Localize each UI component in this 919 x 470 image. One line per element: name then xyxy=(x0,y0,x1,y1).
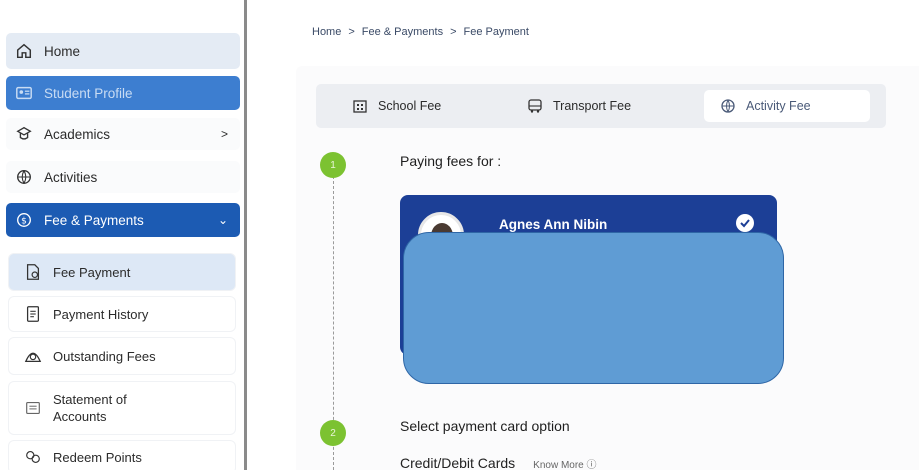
sidebar-item-label: Academics xyxy=(44,126,111,142)
sidebar-subitem-fee-payment[interactable]: Fee Payment xyxy=(9,254,235,290)
know-more-link[interactable]: Know More ⓘ xyxy=(533,456,596,470)
payment-option-label[interactable]: Credit/Debit Cards xyxy=(400,455,515,470)
sidebar-subitem-redeem-points[interactable]: Redeem Points xyxy=(9,441,235,470)
sidebar-item-academics[interactable]: Academics > xyxy=(6,118,240,150)
breadcrumb-separator: > xyxy=(450,26,457,38)
fee-payment-icon xyxy=(23,262,43,282)
redaction-overlay xyxy=(403,232,784,384)
payment-option-row: Credit/Debit Cards Know More ⓘ xyxy=(400,455,597,470)
outstanding-fees-icon xyxy=(23,346,43,366)
redeem-points-icon xyxy=(23,447,43,467)
breadcrumb-section[interactable]: Fee & Payments xyxy=(362,26,443,38)
tab-transport-fee[interactable]: Transport Fee xyxy=(527,90,631,122)
sidebar: Home Student Profile Academics > Activit… xyxy=(0,0,244,470)
step-number-badge: 2 xyxy=(320,420,346,446)
statement-icon xyxy=(23,398,43,418)
sidebar-item-fee-payments[interactable]: $ Fee & Payments ⌄ xyxy=(6,203,240,237)
sidebar-subitem-label: Statement of Accounts xyxy=(53,392,127,424)
breadcrumb-separator: > xyxy=(348,26,355,38)
sidebar-subitem-statement-of-accounts[interactable]: Statement of Accounts xyxy=(9,382,235,434)
tab-school-fee[interactable]: School Fee xyxy=(352,90,441,122)
tab-label: Transport Fee xyxy=(553,99,632,113)
payment-history-icon xyxy=(23,304,43,324)
academics-icon xyxy=(14,124,34,144)
sidebar-subitem-outstanding-fees[interactable]: Outstanding Fees xyxy=(9,338,235,374)
tab-activity-fee[interactable]: Activity Fee xyxy=(704,90,870,122)
svg-text:$: $ xyxy=(21,217,27,227)
school-fee-icon xyxy=(352,98,368,114)
bus-icon xyxy=(527,98,543,114)
step-title: Paying fees for : xyxy=(400,153,502,169)
step-number-badge: 1 xyxy=(320,152,346,178)
sidebar-subitem-label: Fee Payment xyxy=(53,264,131,280)
step-title: Select payment card option xyxy=(400,418,570,434)
sidebar-divider xyxy=(244,0,247,470)
sidebar-subitem-payment-history[interactable]: Payment History xyxy=(9,297,235,331)
breadcrumb-home[interactable]: Home xyxy=(312,26,341,38)
tab-label: School Fee xyxy=(378,99,442,113)
check-icon xyxy=(736,214,754,232)
sidebar-item-student-profile[interactable]: Student Profile xyxy=(6,76,240,110)
home-icon xyxy=(14,41,34,61)
student-name: Agnes Ann Nibin xyxy=(499,217,608,232)
activity-ball-icon xyxy=(720,98,736,114)
sidebar-item-label: Student Profile xyxy=(44,85,133,101)
sidebar-item-home[interactable]: Home xyxy=(6,33,240,69)
sidebar-subitem-label: Outstanding Fees xyxy=(53,348,156,364)
chevron-down-icon: ⌄ xyxy=(217,213,228,227)
sidebar-item-label: Home xyxy=(44,43,81,59)
activities-icon xyxy=(14,167,34,187)
chevron-right-icon: > xyxy=(220,127,228,141)
tab-label: Activity Fee xyxy=(746,99,811,113)
breadcrumb: Home > Fee & Payments > Fee Payment xyxy=(312,26,529,38)
fee-icon: $ xyxy=(14,210,34,230)
sidebar-item-label: Fee & Payments xyxy=(44,212,144,228)
sidebar-subitem-label: Payment History xyxy=(53,306,149,322)
breadcrumb-current: Fee Payment xyxy=(463,26,529,38)
sidebar-item-label: Activities xyxy=(44,169,98,185)
sidebar-subitem-label: Redeem Points xyxy=(53,449,142,465)
sidebar-item-activities[interactable]: Activities xyxy=(6,161,240,193)
profile-card-icon xyxy=(14,83,34,103)
